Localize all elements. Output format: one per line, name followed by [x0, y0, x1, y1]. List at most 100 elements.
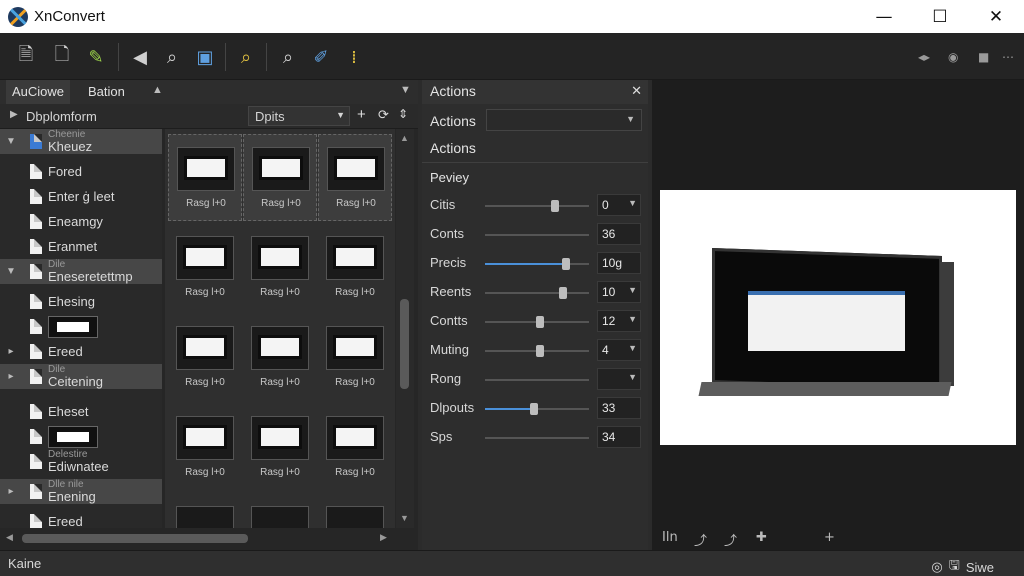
property-slider[interactable] — [485, 258, 589, 270]
thumbnail-item[interactable]: Rasg l+0 — [168, 314, 242, 401]
thumbnail-item[interactable]: Rasg l+0 — [318, 404, 392, 491]
chevron-down-icon[interactable]: ▼ — [628, 198, 637, 208]
thumbnail-item[interactable]: Rasg l+0 — [168, 404, 242, 491]
thumbnail-item[interactable] — [243, 494, 317, 528]
chevron-down-icon[interactable]: ▼ — [628, 372, 637, 382]
arrows-icon[interactable]: ◂▸ — [918, 50, 930, 64]
scroll-down-icon[interactable]: ▼ — [400, 513, 409, 523]
slider-handle[interactable] — [562, 258, 571, 270]
thumbnail-item[interactable]: Rasg l+0 — [243, 134, 317, 221]
scroll-right-icon[interactable]: ▶ — [380, 532, 387, 543]
tree-item[interactable]: ▼ Cheenie Kheuez — [0, 129, 162, 154]
zoom-icon[interactable]: ⌕ — [234, 45, 258, 69]
property-value-field[interactable]: 33 — [597, 397, 641, 419]
property-value-field[interactable]: 4 ▼ — [597, 339, 641, 361]
vertical-scrollbar[interactable]: ▲ ▼ — [396, 129, 414, 528]
expand-triangle-icon[interactable]: ▸ — [4, 346, 18, 357]
tab-aucione[interactable]: AuCiowe — [6, 80, 71, 104]
new-file-icon[interactable]: 🗎 — [14, 44, 38, 69]
tab-up-arrow-icon[interactable]: ▲ — [152, 84, 163, 96]
thumbnail-item[interactable]: Rasg l+0 — [168, 224, 242, 311]
property-slider[interactable] — [485, 316, 589, 328]
expand-triangle-icon[interactable]: ▼ — [4, 266, 18, 277]
scroll-left-icon[interactable]: ◀ — [6, 532, 13, 543]
flip-icon[interactable]: Iln — [662, 530, 678, 545]
property-value-field[interactable]: 10g — [597, 252, 641, 274]
property-value-field[interactable]: 34 — [597, 426, 641, 448]
tree-item[interactable]: Enter ġ leet — [0, 184, 162, 209]
tree-item[interactable]: Ereed — [0, 509, 162, 528]
property-slider[interactable] — [485, 379, 589, 381]
search-icon[interactable]: ⌕ — [160, 45, 184, 69]
tree-item[interactable]: ▸ Dlle nile Enening — [0, 479, 162, 504]
tree-item[interactable]: Ehesing — [0, 289, 162, 314]
sort-select[interactable]: Dpits ▼ — [248, 106, 350, 126]
tree-item[interactable]: Eranmet — [0, 234, 162, 259]
tree-item[interactable] — [0, 314, 162, 339]
chevron-down-icon[interactable]: ▼ — [628, 343, 637, 353]
tree-item[interactable]: ▸ Ereed — [0, 339, 162, 364]
property-slider[interactable] — [485, 345, 589, 357]
expand-triangle-icon[interactable]: ▶ — [10, 109, 18, 120]
property-value-field[interactable]: 36 — [597, 223, 641, 245]
thumbnail-item[interactable]: Rasg l+0 — [243, 224, 317, 311]
chevron-down-icon[interactable]: ▼ — [628, 285, 637, 295]
close-button[interactable]: ✕ — [968, 0, 1024, 33]
horizontal-scrollbar[interactable]: ◀ ▶ — [0, 528, 396, 548]
tab-menu-arrow-icon[interactable]: ▼ — [400, 84, 411, 96]
zoom-in-icon[interactable]: + — [824, 530, 835, 545]
rotate-left-icon[interactable]: ⤴ — [694, 530, 707, 549]
tree-item[interactable]: Fored — [0, 159, 162, 184]
close-icon[interactable]: ✕ — [631, 83, 642, 99]
chevron-down-icon[interactable]: ▼ — [628, 314, 637, 324]
maximize-button[interactable]: ☐ — [912, 0, 968, 33]
thumbnail-item[interactable]: Rasg l+0 — [318, 134, 392, 221]
open-file-icon[interactable]: 🗋 — [50, 44, 74, 69]
tree-item[interactable]: ▸ Dile Ceitening — [0, 364, 162, 389]
rotate-right-icon[interactable]: ⤴ — [724, 530, 737, 549]
edit-pen-icon[interactable]: ✐ — [309, 45, 333, 69]
property-value-field[interactable]: 0 ▼ — [597, 194, 641, 216]
speaker-icon[interactable]: ◀ — [128, 45, 152, 69]
search-icon[interactable]: ⌕ — [276, 45, 300, 69]
eye-icon[interactable]: ◉ — [948, 50, 958, 64]
tree-item[interactable]: ▼ Dile Eneseretettmp — [0, 259, 162, 284]
tab-bation[interactable]: Bation — [82, 80, 131, 104]
actions-select[interactable]: ▼ — [486, 109, 642, 131]
slider-handle[interactable] — [536, 316, 545, 328]
add-icon[interactable]: + — [357, 106, 366, 123]
thumbnail-item[interactable] — [168, 494, 242, 528]
minimize-button[interactable]: — — [856, 0, 912, 33]
property-value-field[interactable]: ▼ — [597, 368, 641, 390]
refresh-icon[interactable]: ⟳ — [378, 107, 389, 123]
expand-triangle-icon[interactable]: ▼ — [4, 136, 18, 147]
expand-triangle-icon[interactable]: ▸ — [4, 371, 18, 382]
square-icon[interactable]: ■ — [978, 50, 989, 64]
dots-icon[interactable]: ⋯ — [1002, 50, 1014, 64]
slider-handle[interactable] — [536, 345, 545, 357]
slider-handle[interactable] — [529, 403, 538, 415]
property-slider[interactable] — [485, 437, 589, 439]
tree-item[interactable]: Delestire Ediwnatee — [0, 449, 162, 474]
property-slider[interactable] — [485, 287, 589, 299]
thumbnail-item[interactable]: Rasg l+0 — [318, 314, 392, 401]
property-slider[interactable] — [485, 403, 589, 415]
thumbnail-item[interactable]: Rasg l+0 — [318, 224, 392, 311]
sort-arrows-icon[interactable]: ⇕ — [398, 107, 408, 121]
tree-item[interactable] — [0, 424, 162, 449]
thumbnail-item[interactable]: Rasg l+0 — [243, 404, 317, 491]
grid-select-icon[interactable]: ⁞ — [342, 45, 366, 69]
slider-handle[interactable] — [559, 287, 567, 299]
expand-triangle-icon[interactable]: ▸ — [4, 486, 18, 497]
horizontal-scroll-thumb[interactable] — [22, 534, 248, 543]
brush-icon[interactable]: ✎ — [84, 45, 108, 69]
thumbnail-item[interactable] — [318, 494, 392, 528]
fit-icon[interactable]: ✚ — [756, 530, 767, 545]
slider-handle[interactable] — [550, 200, 559, 212]
property-value-field[interactable]: 10 ▼ — [597, 281, 641, 303]
vertical-scroll-thumb[interactable] — [400, 299, 409, 389]
scroll-up-icon[interactable]: ▲ — [400, 133, 409, 143]
thumbnail-item[interactable]: Rasg l+0 — [168, 134, 242, 221]
tree-item[interactable]: Eneamgy — [0, 209, 162, 234]
property-value-field[interactable]: 12 ▼ — [597, 310, 641, 332]
